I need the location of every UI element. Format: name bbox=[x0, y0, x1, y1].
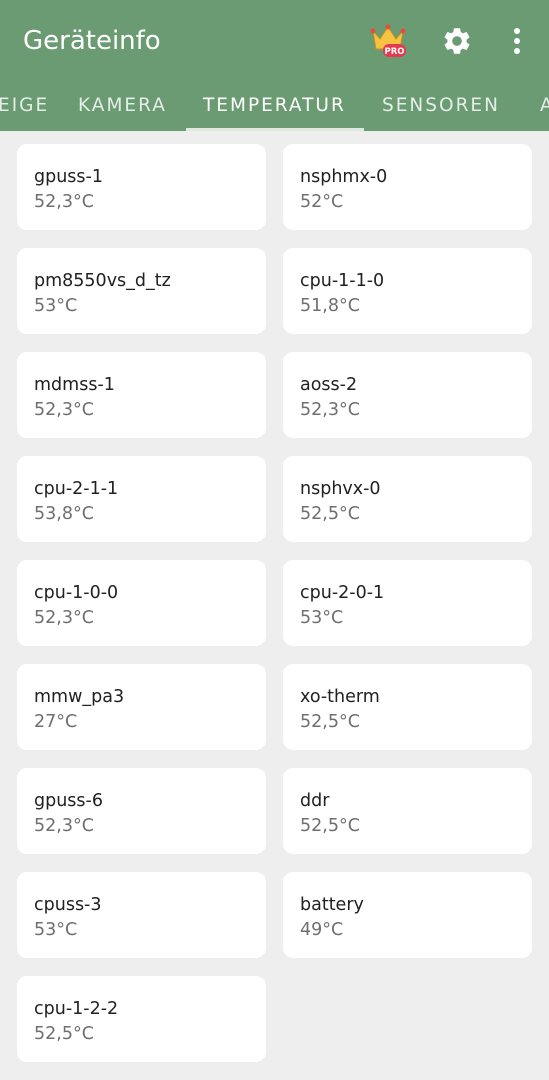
sensor-name: gpuss-6 bbox=[34, 791, 103, 811]
sensor-temperature: 52,3°C bbox=[34, 608, 94, 628]
sensor-name: xo-therm bbox=[300, 687, 380, 707]
sensor-temperature: 51,8°C bbox=[300, 296, 360, 316]
sensor-temperature: 49°C bbox=[300, 920, 344, 940]
app-title: Geräteinfo bbox=[23, 26, 161, 56]
sensor-temperature: 52°C bbox=[300, 192, 344, 212]
sensor-card[interactable]: aoss-2 52,3°C bbox=[283, 352, 532, 438]
tab-bar: EIGE KAMERA TEMPERATUR SENSOREN A bbox=[0, 82, 549, 131]
sensor-temperature: 53°C bbox=[34, 920, 78, 940]
sensor-card[interactable]: cpu-1-2-2 52,5°C bbox=[17, 976, 266, 1062]
sensor-card[interactable]: mmw_pa3 27°C bbox=[17, 664, 266, 750]
tab-anzeige[interactable]: EIGE bbox=[0, 95, 49, 117]
sensor-card[interactable]: nsphvx-0 52,5°C bbox=[283, 456, 532, 542]
sensor-card[interactable]: cpuss-3 53°C bbox=[17, 872, 266, 958]
sensor-name: cpu-2-1-1 bbox=[34, 479, 119, 499]
tab-sensoren[interactable]: SENSOREN bbox=[382, 95, 500, 117]
sensor-temperature: 52,5°C bbox=[300, 816, 360, 836]
sensor-name: gpuss-1 bbox=[34, 167, 103, 187]
more-vert-icon[interactable] bbox=[505, 26, 529, 56]
sensor-name: cpuss-3 bbox=[34, 895, 102, 915]
gear-icon[interactable] bbox=[441, 25, 473, 57]
app-bar: Geräteinfo PRO EIGE KAMERA TEMPERATUR SE… bbox=[0, 0, 549, 131]
sensor-card[interactable]: gpuss-6 52,3°C bbox=[17, 768, 266, 854]
sensor-name: aoss-2 bbox=[300, 375, 358, 395]
sensor-temperature: 52,3°C bbox=[34, 192, 94, 212]
sensor-temperature: 52,3°C bbox=[300, 400, 360, 420]
sensor-card[interactable]: gpuss-1 52,3°C bbox=[17, 144, 266, 230]
sensor-card[interactable]: xo-therm 52,5°C bbox=[283, 664, 532, 750]
sensor-name: cpu-2-0-1 bbox=[300, 583, 385, 603]
sensor-temperature: 53°C bbox=[300, 608, 344, 628]
sensor-temperature: 52,3°C bbox=[34, 816, 94, 836]
sensor-name: mdmss-1 bbox=[34, 375, 115, 395]
sensor-name: mmw_pa3 bbox=[34, 687, 125, 707]
sensor-card[interactable]: nsphmx-0 52°C bbox=[283, 144, 532, 230]
sensor-card[interactable]: pm8550vs_d_tz 53°C bbox=[17, 248, 266, 334]
sensor-name: ddr bbox=[300, 791, 330, 811]
tab-next[interactable]: A bbox=[540, 95, 549, 117]
sensor-temperature: 52,5°C bbox=[300, 712, 360, 732]
sensor-name: cpu-1-2-2 bbox=[34, 999, 119, 1019]
sensor-name: nsphvx-0 bbox=[300, 479, 381, 499]
sensor-name: cpu-1-1-0 bbox=[300, 271, 385, 291]
sensor-temperature: 27°C bbox=[34, 712, 78, 732]
sensor-card[interactable]: cpu-2-0-1 53°C bbox=[283, 560, 532, 646]
sensor-card[interactable]: cpu-2-1-1 53,8°C bbox=[17, 456, 266, 542]
sensor-temperature: 53,8°C bbox=[34, 504, 94, 524]
sensor-name: nsphmx-0 bbox=[300, 167, 388, 187]
sensor-name: battery bbox=[300, 895, 364, 915]
pro-crown-icon[interactable]: PRO bbox=[369, 22, 407, 58]
sensor-name: pm8550vs_d_tz bbox=[34, 271, 171, 291]
sensor-temperature: 52,5°C bbox=[34, 1024, 94, 1044]
tab-kamera[interactable]: KAMERA bbox=[78, 95, 167, 117]
sensor-card[interactable]: cpu-1-0-0 52,3°C bbox=[17, 560, 266, 646]
sensor-temperature: 53°C bbox=[34, 296, 78, 316]
sensor-card[interactable]: battery 49°C bbox=[283, 872, 532, 958]
sensor-card[interactable]: cpu-1-1-0 51,8°C bbox=[283, 248, 532, 334]
sensor-card[interactable]: ddr 52,5°C bbox=[283, 768, 532, 854]
sensor-temperature: 52,3°C bbox=[34, 400, 94, 420]
pro-badge-label: PRO bbox=[384, 47, 404, 57]
sensor-temperature: 52,5°C bbox=[300, 504, 360, 524]
tab-temperatur[interactable]: TEMPERATUR bbox=[203, 95, 346, 117]
sensor-name: cpu-1-0-0 bbox=[34, 583, 119, 603]
tab-indicator bbox=[186, 128, 364, 131]
sensor-card[interactable]: mdmss-1 52,3°C bbox=[17, 352, 266, 438]
